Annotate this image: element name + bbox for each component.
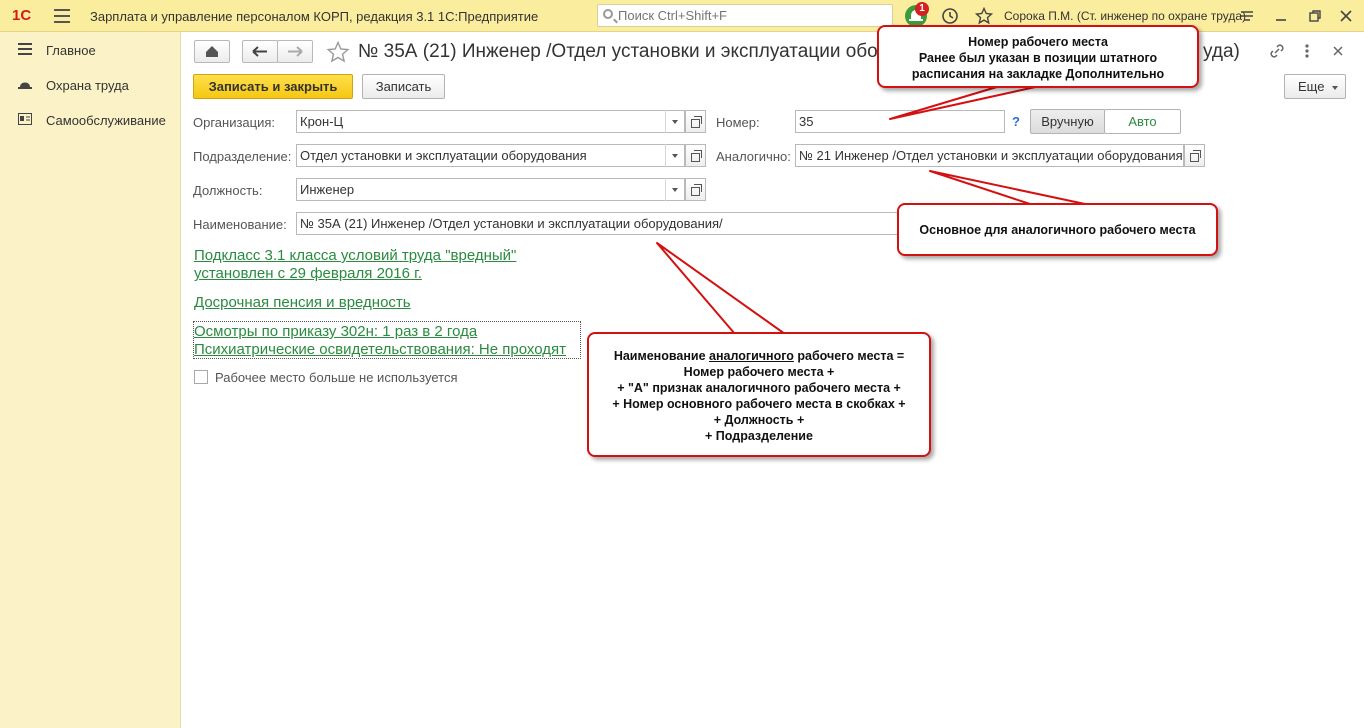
callout-pointer-analog	[929, 170, 1086, 205]
callout-number: Номер рабочего места Ранее был указан в …	[877, 25, 1199, 88]
callout-number-line: расписания на закладке Дополнительно	[911, 67, 1165, 81]
callout-naming-suffix: рабочего места =	[793, 349, 905, 363]
callout-naming-line: Номер рабочего места +	[683, 365, 835, 379]
callout-naming: Наименование аналогичного рабочего места…	[587, 332, 931, 457]
callout-number-line: Ранее был указан в позиции штатного	[918, 51, 1158, 65]
callout-naming-first-line: Наименование аналогичного рабочего места…	[589, 348, 929, 364]
callout-pointer-naming	[656, 242, 786, 335]
callout-naming-line: + Номер основного рабочего места в скобк…	[612, 397, 906, 411]
callout-naming-line: + Подразделение	[705, 429, 813, 443]
callout-number-line: Номер рабочего места	[968, 35, 1108, 49]
callout-naming-prefix: Наименование	[613, 349, 709, 363]
callout-naming-line: + Должность +	[713, 413, 805, 427]
callout-pointer-number	[889, 85, 1041, 120]
callout-naming-underlined: аналогичного	[709, 349, 794, 363]
callout-analog: Основное для аналогичного рабочего места	[897, 203, 1218, 256]
callout-naming-line: + "А" признак аналогичного рабочего мест…	[617, 381, 901, 395]
